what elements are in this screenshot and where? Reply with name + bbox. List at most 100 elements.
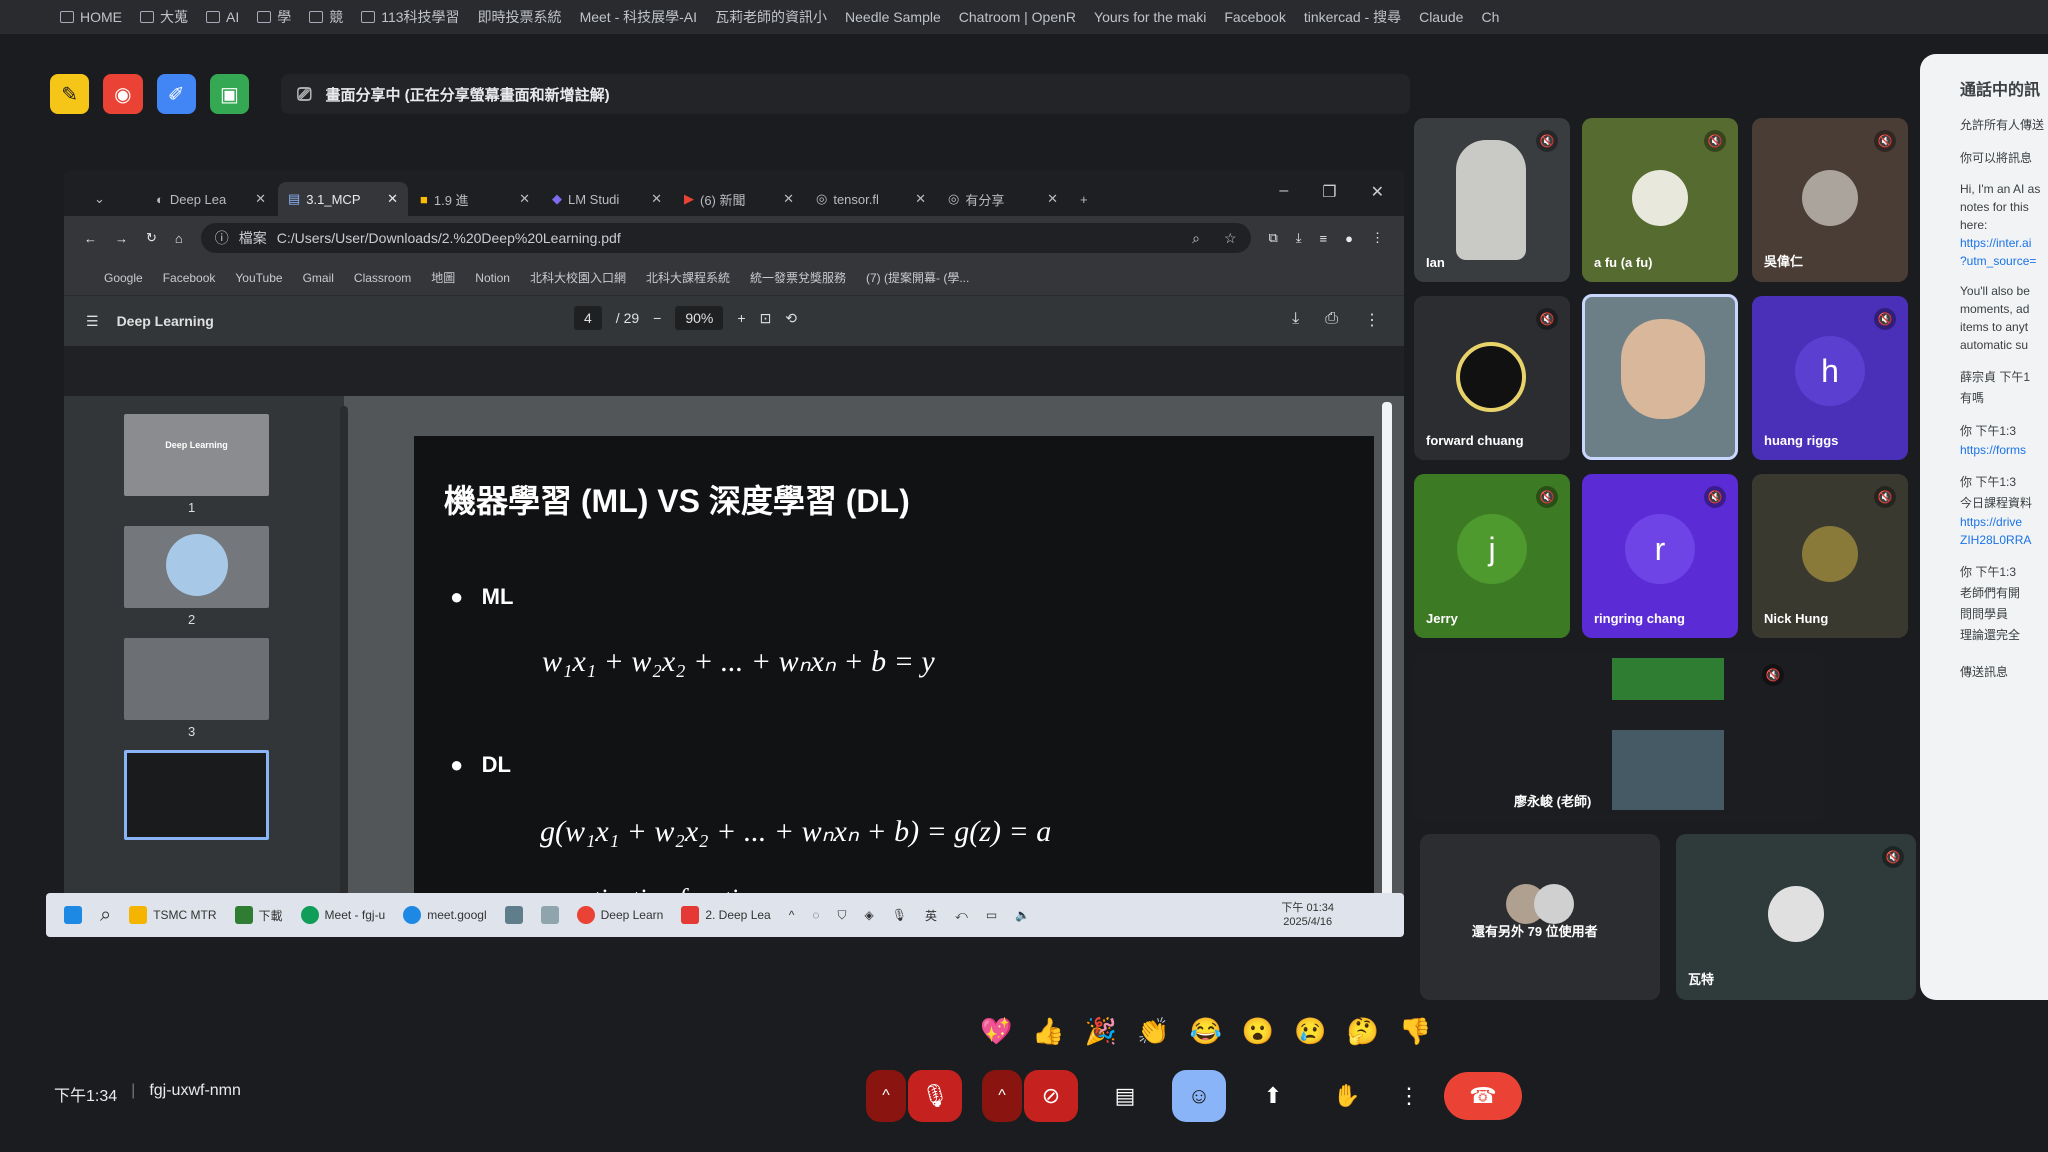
thumbs-up-reaction-button[interactable]: 👍 bbox=[1032, 1016, 1064, 1047]
bookmark-link[interactable]: 瓦莉老師的資訊小 bbox=[715, 7, 827, 27]
page-thumbnail[interactable] bbox=[124, 526, 269, 608]
bookmark-link[interactable]: (7) (提案開幕- (學... bbox=[866, 269, 969, 286]
participant-tile[interactable]: 🔇 Ian bbox=[1414, 118, 1570, 282]
sticky-note-app-button[interactable]: ✎ bbox=[50, 74, 90, 114]
chat-link[interactable]: https://forms bbox=[1960, 443, 2048, 457]
minimize-icon[interactable]: – bbox=[1279, 182, 1288, 202]
tray-icon[interactable]: ⤺ bbox=[955, 908, 968, 923]
video-options-button[interactable]: ^ bbox=[982, 1070, 1022, 1122]
close-icon[interactable]: ✕ bbox=[387, 191, 398, 207]
taskbar-item[interactable]: 下載 bbox=[234, 906, 283, 924]
participant-tile[interactable]: j 🔇 Jerry bbox=[1414, 474, 1570, 638]
back-icon[interactable]: ← bbox=[84, 231, 97, 246]
ime-language[interactable]: 英 bbox=[925, 907, 937, 924]
print-icon[interactable]: ⎙ bbox=[1325, 310, 1338, 330]
zoom-level-input[interactable]: 90% bbox=[675, 306, 724, 330]
emoji-reactions-button[interactable]: ☺ bbox=[1172, 1070, 1226, 1122]
bookmark-link[interactable]: Ch bbox=[1481, 9, 1499, 25]
sad-reaction-button[interactable]: 😢 bbox=[1294, 1016, 1326, 1047]
taskbar-item[interactable] bbox=[504, 906, 523, 924]
participant-tile[interactable]: r 🔇 ringring chang bbox=[1582, 474, 1738, 638]
reload-icon[interactable]: ↻ bbox=[146, 230, 157, 246]
captions-button[interactable]: ▤ bbox=[1098, 1070, 1152, 1122]
chat-link[interactable]: ZIH28L0RRA bbox=[1960, 533, 2048, 547]
network-icon[interactable]: ▭ bbox=[986, 908, 997, 922]
zoom-in-button[interactable]: + bbox=[737, 310, 745, 326]
raise-hand-button[interactable]: ✋ bbox=[1320, 1070, 1374, 1122]
bookmark-folder[interactable]: 113科技學習 bbox=[361, 7, 460, 27]
search-icon[interactable]: ⌕ bbox=[100, 904, 111, 927]
bookmark-link[interactable]: Chatroom | OpenR bbox=[959, 9, 1076, 25]
hamburger-menu-icon[interactable]: ☰ bbox=[86, 313, 99, 330]
windows-start-icon[interactable] bbox=[64, 906, 82, 924]
taskbar-clock[interactable]: 下午 01:34 2025/4/16 bbox=[1281, 901, 1334, 929]
taskbar-item[interactable]: TSMC MTR bbox=[129, 906, 217, 924]
close-icon[interactable]: ✕ bbox=[783, 191, 794, 207]
thinking-reaction-button[interactable]: 🤔 bbox=[1347, 1016, 1379, 1047]
chat-input[interactable]: 傳送訊息 bbox=[1960, 663, 2048, 680]
close-icon[interactable]: ✕ bbox=[651, 191, 662, 207]
taskbar-item-active[interactable]: Deep Learn bbox=[576, 906, 663, 924]
tab[interactable]: ■ 1.9 進 ✕ bbox=[410, 182, 540, 216]
mic-tray-icon[interactable]: 🎙 bbox=[892, 908, 907, 922]
bookmark-link[interactable]: Facebook bbox=[1224, 9, 1285, 25]
close-icon[interactable]: ✕ bbox=[519, 191, 530, 207]
url-input[interactable]: ⓘ 檔案 C:/Users/User/Downloads/2.%20Deep%2… bbox=[200, 223, 1251, 253]
mic-toggle-button[interactable]: 🎙 bbox=[908, 1070, 962, 1122]
bookmark-link[interactable]: Claude bbox=[1419, 9, 1463, 25]
taskbar-item[interactable] bbox=[540, 906, 559, 924]
bookmark-link[interactable]: Gmail bbox=[303, 271, 334, 285]
taskbar-item[interactable]: Meet - fgj-u bbox=[300, 906, 385, 924]
tab[interactable]: ◎ tensor.fl ✕ bbox=[806, 182, 936, 216]
participant-tile[interactable]: 🔇 Nick Hung bbox=[1752, 474, 1908, 638]
page-thumbnail-selected[interactable] bbox=[124, 750, 269, 840]
participant-tile[interactable]: 🔇 a fu (a fu) bbox=[1582, 118, 1738, 282]
bookmark-link[interactable]: Google bbox=[104, 271, 143, 285]
participant-tile-presenter[interactable]: 🔇 廖永峻 (老師) bbox=[1414, 652, 1824, 822]
menu-icon[interactable]: ⋮ bbox=[1371, 230, 1384, 246]
tab[interactable]: ◐ Deep Lea ✕ bbox=[146, 182, 276, 216]
more-participants-tile[interactable]: 還有另外 79 位使用者 bbox=[1420, 834, 1660, 1000]
bookmark-folder[interactable]: 競 bbox=[309, 7, 343, 27]
thumbs-down-reaction-button[interactable]: 👎 bbox=[1399, 1016, 1431, 1047]
fit-page-icon[interactable]: ⊡ bbox=[760, 310, 772, 327]
tab[interactable]: ◆ LM Studi ✕ bbox=[542, 182, 672, 216]
bookmark-link[interactable]: Needle Sample bbox=[845, 9, 941, 25]
bookmark-link[interactable]: tinkercad - 搜尋 bbox=[1304, 7, 1401, 27]
rotate-icon[interactable]: ⟲ bbox=[785, 310, 797, 327]
camera-toggle-button[interactable]: ⊘ bbox=[1024, 1070, 1078, 1122]
more-options-button[interactable]: ⋮ bbox=[1394, 1070, 1424, 1122]
download-icon[interactable]: ⤓ bbox=[1292, 310, 1299, 330]
thumbnail-scrollbar[interactable] bbox=[340, 406, 348, 930]
party-reaction-button[interactable]: 🎉 bbox=[1085, 1016, 1117, 1047]
clap-reaction-button[interactable]: 👏 bbox=[1137, 1016, 1169, 1047]
page-thumbnail[interactable] bbox=[124, 638, 269, 720]
bookmark-link[interactable]: Notion bbox=[475, 271, 510, 285]
star-icon[interactable]: ☆ bbox=[1224, 230, 1237, 247]
bookmark-link[interactable]: 北科大課程系統 bbox=[646, 269, 730, 286]
meeting-code[interactable]: fgj-uxwf-nmn bbox=[149, 1082, 241, 1106]
participant-tile[interactable]: h 🔇 huang riggs bbox=[1752, 296, 1908, 460]
zoom-icon[interactable]: ⌕ bbox=[1192, 230, 1200, 247]
profile-icon[interactable]: ● bbox=[1345, 231, 1353, 246]
participant-tile-speaking[interactable] bbox=[1582, 294, 1738, 460]
bookmark-folder[interactable]: 大蒐 bbox=[140, 7, 188, 27]
page-thumbnail[interactable]: Deep Learning bbox=[124, 414, 269, 496]
classroom-app-button[interactable]: ▣ bbox=[209, 74, 250, 114]
restore-icon[interactable]: ❐ bbox=[1322, 182, 1336, 202]
close-icon[interactable]: ✕ bbox=[255, 191, 266, 207]
chat-link[interactable]: ?utm_source= bbox=[1960, 254, 2048, 268]
tab[interactable]: ▶ (6) 新聞 ✕ bbox=[674, 182, 804, 216]
new-tab-button[interactable]: + bbox=[1070, 182, 1110, 216]
download-icon[interactable]: ⤓ bbox=[1296, 230, 1302, 246]
page-number-input[interactable]: 4 bbox=[574, 306, 602, 330]
shield-icon[interactable]: ⛉ bbox=[838, 908, 847, 923]
bookmark-link[interactable]: 即時投票系統 bbox=[478, 7, 562, 27]
taskbar-item[interactable]: meet.googl bbox=[403, 906, 487, 924]
participant-tile[interactable]: 🔇 吳偉仁 bbox=[1752, 118, 1908, 282]
bookmark-folder[interactable]: AI bbox=[206, 9, 239, 25]
close-window-icon[interactable]: ✕ bbox=[1371, 182, 1384, 202]
present-screen-button[interactable]: ⬆ bbox=[1246, 1070, 1300, 1122]
whiteboard-app-button[interactable]: ✐ bbox=[156, 74, 196, 114]
tray-icon[interactable]: ◈ bbox=[865, 908, 874, 922]
